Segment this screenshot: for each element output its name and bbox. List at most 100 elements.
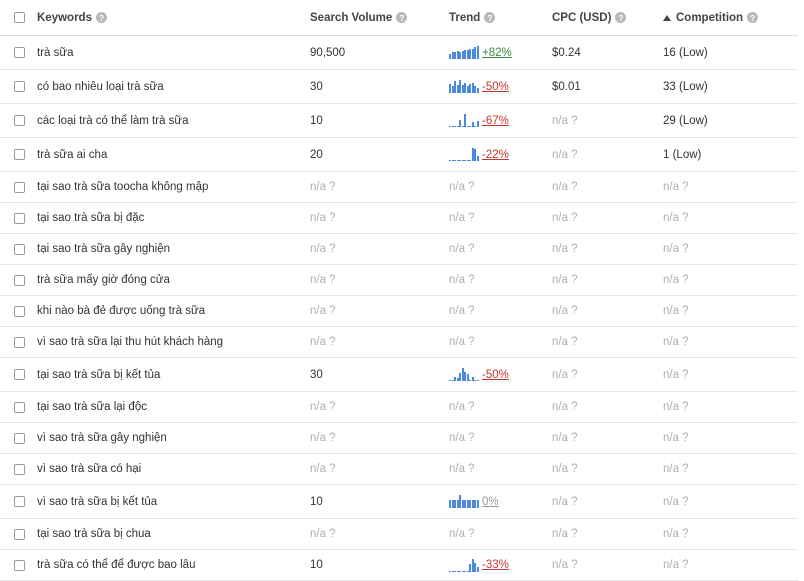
row-checkbox[interactable] — [14, 274, 25, 286]
cpc-value: $0.24 — [552, 46, 581, 59]
competition-cell: n/a ? — [663, 454, 689, 484]
trend-change: n/a ? — [449, 401, 475, 413]
search-volume-cell: n/a ? — [310, 296, 336, 326]
help-icon[interactable]: ? — [747, 12, 759, 23]
competition-cell: n/a ? — [663, 423, 689, 453]
keyword-text[interactable]: vì sao trà sữa có hại — [37, 463, 141, 475]
row-checkbox[interactable] — [14, 115, 25, 126]
row-checkbox[interactable] — [14, 181, 25, 193]
keyword-text[interactable]: trà sữa — [37, 47, 73, 59]
row-checkbox[interactable] — [14, 212, 25, 224]
trend-cell: -22% — [449, 138, 509, 171]
competition-cell: 29 (Low) — [663, 104, 708, 137]
row-checkbox[interactable] — [14, 463, 25, 475]
trend-change[interactable]: -50% — [482, 81, 509, 93]
keyword-text[interactable]: trà sữa mấy giờ đóng cửa — [37, 274, 170, 286]
cpc-cell: n/a ? — [552, 327, 578, 357]
search-volume-cell: 30 — [310, 358, 323, 391]
keywords-header-label: Keywords — [37, 11, 92, 24]
row-checkbox-cell — [14, 358, 28, 391]
row-checkbox[interactable] — [14, 496, 25, 507]
cpc-cell: n/a ? — [552, 104, 578, 137]
trend-change[interactable]: -67% — [482, 115, 509, 127]
competition-cell: n/a ? — [663, 203, 689, 233]
trend-change[interactable]: -22% — [482, 149, 509, 161]
row-checkbox[interactable] — [14, 81, 25, 92]
competition-header[interactable]: Competition ? — [663, 0, 759, 35]
row-checkbox[interactable] — [14, 432, 25, 444]
row-checkbox[interactable] — [14, 401, 25, 413]
competition-cell: n/a ? — [663, 327, 689, 357]
row-checkbox-cell — [14, 203, 28, 233]
trend-change[interactable]: 0% — [482, 496, 499, 508]
keyword-text[interactable]: các loại trà có thể làm trà sữa — [37, 115, 189, 127]
trend-sparkline — [449, 368, 479, 381]
keyword-text[interactable]: khi nào bà đẻ được uống trà sữa — [37, 305, 205, 317]
trend-header[interactable]: Trend ? — [449, 0, 496, 35]
competition-cell: 16 (Low) — [663, 36, 708, 69]
search-volume-header[interactable]: Search Volume ? — [310, 0, 408, 35]
trend-cell: -50% — [449, 70, 509, 103]
trend-cell: n/a ? — [449, 172, 475, 202]
select-all-checkbox[interactable] — [14, 12, 25, 23]
keyword-text[interactable]: vì sao trà sữa lại thu hút khách hàng — [37, 336, 223, 348]
trend-change[interactable]: +82% — [482, 47, 512, 59]
cpc-cell: n/a ? — [552, 519, 578, 549]
competition-cell: n/a ? — [663, 296, 689, 326]
keyword-text[interactable]: vì sao trà sữa bị kết tủa — [37, 496, 157, 508]
row-checkbox-cell — [14, 423, 28, 453]
trend-change[interactable]: -50% — [482, 369, 509, 381]
keyword-text[interactable]: vì sao trà sữa gây nghiện — [37, 432, 167, 444]
help-icon[interactable]: ? — [615, 12, 627, 23]
competition-value: n/a ? — [663, 274, 689, 286]
competition-value: n/a ? — [663, 495, 689, 508]
keyword-text[interactable]: tại sao trà sữa bị kết tủa — [37, 369, 160, 381]
row-checkbox[interactable] — [14, 305, 25, 317]
competition-cell: 33 (Low) — [663, 70, 708, 103]
help-icon[interactable]: ? — [396, 12, 408, 23]
keyword-text[interactable]: tại sao trà sữa bị đặc — [37, 212, 144, 224]
cpc-value: n/a ? — [552, 212, 578, 224]
trend-change: n/a ? — [449, 528, 475, 540]
trend-cell: -33% — [449, 550, 509, 580]
table-row: vì sao trà sữa lại thu hút khách hàng n/a… — [0, 327, 798, 358]
keywords-header[interactable]: Keywords ? — [37, 0, 107, 35]
search-volume-header-label: Search Volume — [310, 11, 393, 24]
search-volume-cell: n/a ? — [310, 454, 336, 484]
keyword-text[interactable]: tại sao trà sữa lại độc — [37, 401, 147, 413]
keyword-cell: có bao nhiêu loại trà sữa — [37, 70, 164, 103]
search-volume-value: n/a ? — [310, 243, 336, 255]
trend-change: n/a ? — [449, 274, 475, 286]
row-checkbox-cell — [14, 454, 28, 484]
trend-sparkline — [449, 114, 479, 127]
keyword-text[interactable]: tại sao trà sữa gây nghiện — [37, 243, 170, 255]
cpc-cell: n/a ? — [552, 265, 578, 295]
trend-cell: n/a ? — [449, 423, 475, 453]
table-header: Keywords ? Search Volume ? Trend ? CPC (… — [0, 0, 798, 36]
row-checkbox[interactable] — [14, 559, 25, 571]
sparkline-bar — [476, 46, 479, 59]
cpc-header[interactable]: CPC (USD) ? — [552, 0, 627, 35]
search-volume-cell: n/a ? — [310, 234, 336, 264]
competition-value: 29 (Low) — [663, 114, 708, 127]
trend-header-label: Trend — [449, 11, 481, 24]
row-checkbox[interactable] — [14, 528, 25, 540]
keyword-text[interactable]: có bao nhiêu loại trà sữa — [37, 81, 164, 93]
cpc-value: $0.01 — [552, 80, 581, 93]
cpc-cell: $0.01 — [552, 70, 581, 103]
cpc-value: n/a ? — [552, 243, 578, 255]
help-icon[interactable]: ? — [484, 12, 496, 23]
trend-sparkline — [449, 558, 479, 572]
row-checkbox[interactable] — [14, 369, 25, 380]
keyword-text[interactable]: tại sao trà sữa bị chua — [37, 528, 151, 540]
help-icon[interactable]: ? — [95, 12, 107, 23]
row-checkbox[interactable] — [14, 243, 25, 255]
search-volume-value: 30 — [310, 80, 323, 93]
keyword-cell: tại sao trà sữa lại độc — [37, 392, 147, 422]
row-checkbox[interactable] — [14, 336, 25, 348]
row-checkbox[interactable] — [14, 149, 25, 160]
search-volume-cell: n/a ? — [310, 519, 336, 549]
keyword-text[interactable]: trà sữa ai cha — [37, 149, 107, 161]
row-checkbox[interactable] — [14, 47, 25, 58]
keyword-text[interactable]: tại sao trà sữa toocha không mập — [37, 181, 208, 193]
